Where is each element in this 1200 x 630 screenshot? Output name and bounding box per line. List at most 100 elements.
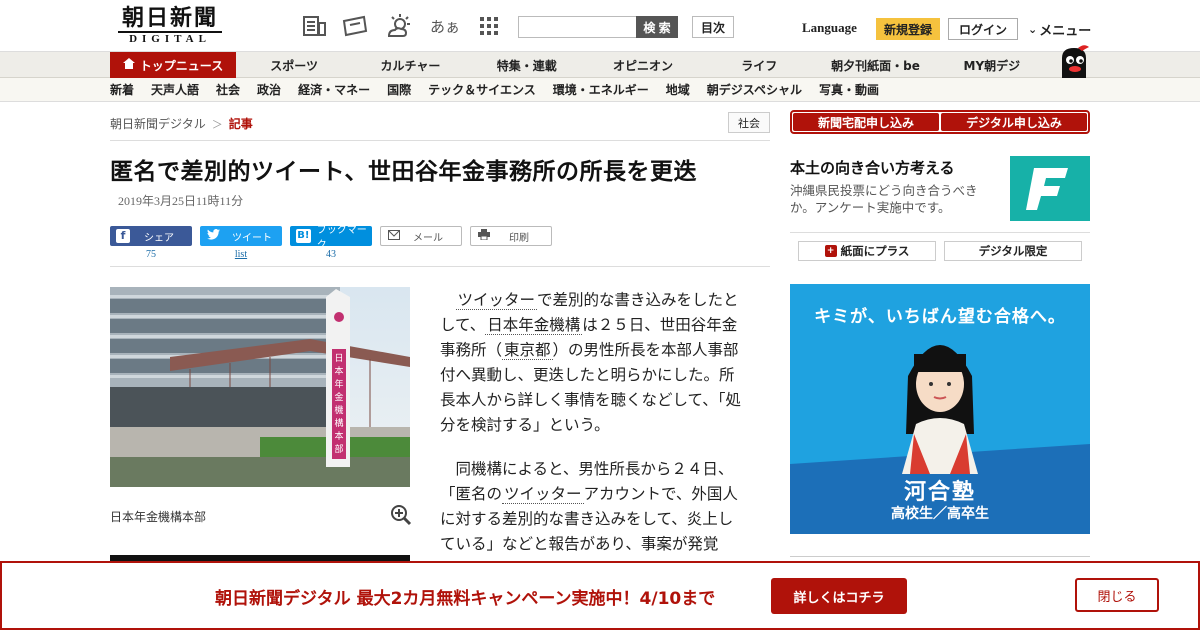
- photo-caption: 日本年金機構本部: [110, 510, 207, 524]
- main-nav-item[interactable]: スポーツ: [236, 52, 352, 78]
- tweet-button[interactable]: ツイート: [200, 226, 282, 246]
- hatena-bookmark-button[interactable]: B! ブックマーク: [290, 225, 372, 251]
- article-paragraph: 同機構によると、男性所長から２４日、「匿名の ツイッター アカウントで、外国人に対す…: [440, 457, 746, 557]
- chevron-down-icon: ⌄: [1028, 23, 1038, 36]
- promo-description: 沖縄県民投票にどう向き合うべきか。アンケート実施中です。: [790, 183, 978, 215]
- sub-nav-item[interactable]: 政治: [257, 78, 281, 102]
- promo-logo-icon[interactable]: [1010, 156, 1090, 221]
- ad-brand: 河合塾: [903, 480, 976, 505]
- print-button[interactable]: 印刷: [470, 226, 552, 246]
- breadcrumb-current: 記事: [228, 117, 253, 131]
- keyword-link[interactable]: ツイッター: [455, 291, 538, 310]
- mascot-icon[interactable]: [1056, 44, 1092, 78]
- main-nav: トップニュース スポーツ カルチャー 特集・連載 オピニオン ライフ 朝夕刊紙面・be MY朝…: [0, 52, 1200, 78]
- sub-nav-item[interactable]: 社会: [216, 78, 240, 102]
- main-nav-items: トップニュース スポーツ カルチャー 特集・連載 オピニオン ライフ 朝夕刊紙面・be MY朝…: [110, 52, 1050, 78]
- main-nav-item[interactable]: カルチャー: [352, 52, 468, 78]
- keyword-link[interactable]: 日本年金機構: [485, 316, 583, 335]
- zoom-in-icon[interactable]: [390, 504, 412, 526]
- main-nav-item[interactable]: 特集・連載: [469, 52, 585, 78]
- twitter-bird-icon: [206, 229, 220, 243]
- campaign-details-button[interactable]: 詳しくはコチラ: [771, 578, 907, 614]
- logo-main-text: 朝日新聞: [121, 5, 218, 31]
- main-nav-item[interactable]: 朝夕刊紙面・be: [817, 52, 933, 78]
- print-label: 印刷: [509, 232, 529, 244]
- home-icon: [122, 58, 135, 72]
- page: 朝日新聞 DIGITAL あぁ 検 索 目次 Language 新規登録 ログイ…: [0, 0, 1200, 630]
- mail-share-button[interactable]: メール: [380, 226, 462, 246]
- sub-nav-items: 新着 天声人語 社会 政治 経済・マネー 国際 テック＆サイエンス 環境・エネルギー 地域 朝デジ…: [110, 78, 879, 102]
- sub-nav-item[interactable]: テック＆サイエンス: [428, 78, 536, 102]
- sub-nav-item[interactable]: 天声人語: [151, 78, 199, 102]
- sub-nav-item[interactable]: 国際: [387, 78, 411, 102]
- main-nav-label: MY朝デジ: [963, 58, 1021, 73]
- main-nav-label: ライフ: [741, 58, 778, 73]
- article-body: ツイッター で差別的な書き込みをしたとして、 日本年金機構 は２５日、世田谷年金事務所…: [440, 288, 746, 576]
- newspaper-delivery-button[interactable]: 新聞宅配申し込み: [793, 113, 939, 131]
- tweet-label: ツイート: [232, 232, 272, 244]
- hatena-bookmark-label: ブックマーク: [316, 225, 367, 251]
- register-button[interactable]: 新規登録: [876, 18, 940, 40]
- campaign-text: 朝日新聞デジタル 最大2カ月無料キャンペーン実施中！4/10まで: [215, 589, 716, 609]
- mail-icon: [387, 229, 401, 243]
- main-nav-item[interactable]: MY朝デジ: [934, 52, 1050, 78]
- main-nav-label: スポーツ: [270, 58, 319, 73]
- subscription-buttons: 新聞宅配申し込み デジタル申し込み: [790, 110, 1090, 134]
- menu-label: メニュー: [1039, 24, 1092, 39]
- keyword-link[interactable]: 東京都: [502, 341, 553, 360]
- search-input[interactable]: [518, 16, 636, 38]
- hatena-bookmark-icon: B!: [296, 229, 311, 243]
- logo-sub-text: DIGITAL: [118, 31, 222, 46]
- main-nav-label: オピニオン: [612, 58, 673, 73]
- ticket-icon[interactable]: [342, 14, 368, 38]
- article-date: 2019年3月25日11時11分: [118, 194, 244, 208]
- main-nav-label: トップニュース: [139, 58, 224, 73]
- close-banner-button[interactable]: 閉じる: [1075, 578, 1159, 612]
- main-nav-item[interactable]: オピニオン: [585, 52, 701, 78]
- sub-nav-item[interactable]: 新着: [110, 78, 134, 102]
- main-nav-item[interactable]: トップニュース: [110, 52, 236, 78]
- category-tag[interactable]: 社会: [728, 112, 770, 133]
- facebook-share-button[interactable]: f シェア: [110, 226, 192, 246]
- menu-button[interactable]: ⌄ メニュー: [1028, 20, 1091, 39]
- paper-plus-icon: +: [824, 245, 837, 257]
- paper-plus-button[interactable]: + 紙面にプラス: [798, 241, 936, 261]
- breadcrumb: 朝日新聞デジタル ＞ 記事: [110, 115, 253, 132]
- article-photo[interactable]: 日本年金機構本部: [110, 287, 410, 487]
- sub-nav: 新着 天声人語 社会 政治 経済・マネー 国際 テック＆サイエンス 環境・エネルギー 地域 朝デジ…: [0, 78, 1200, 102]
- grid-icon[interactable]: [476, 14, 502, 38]
- toc-button[interactable]: 目次: [692, 16, 734, 38]
- advertisement-banner[interactable]: キミが、いちばん望む合格へ。 河合塾 高校生／高卒生: [790, 284, 1090, 534]
- mail-label: メール: [413, 232, 443, 244]
- promo-title[interactable]: 本土の向き合い方考える: [790, 157, 955, 178]
- keyword-link[interactable]: ツイッター: [502, 485, 584, 504]
- sub-nav-item[interactable]: 写真・動画: [819, 78, 879, 102]
- digital-only-button[interactable]: デジタル限定: [944, 241, 1082, 261]
- breadcrumb-home[interactable]: 朝日新聞デジタル: [110, 115, 206, 132]
- twitter-list-link[interactable]: list: [200, 249, 282, 260]
- language-link[interactable]: Language: [802, 20, 857, 36]
- divider: [790, 232, 1090, 233]
- sub-nav-item[interactable]: 環境・エネルギー: [553, 78, 649, 102]
- login-button[interactable]: ログイン: [948, 18, 1018, 40]
- facebook-icon: f: [116, 229, 130, 243]
- search-button[interactable]: 検 索: [636, 16, 678, 38]
- newspaper-icon[interactable]: [302, 14, 328, 38]
- site-header: 朝日新聞 DIGITAL あぁ 検 索 目次 Language 新規登録 ログイ…: [0, 0, 1200, 52]
- weather-icon[interactable]: [386, 14, 412, 38]
- sub-nav-item[interactable]: 朝デジスペシャル: [707, 78, 802, 102]
- divider: [110, 266, 770, 267]
- divider: [110, 140, 770, 141]
- divider: [790, 556, 1090, 557]
- paper-plus-label: 紙面にプラス: [840, 244, 910, 258]
- main-nav-label: 特集・連載: [496, 58, 557, 73]
- font-size-icon[interactable]: あぁ: [430, 14, 460, 38]
- sub-nav-item[interactable]: 経済・マネー: [298, 78, 370, 102]
- article-headline: 匿名で差別的ツイート、世田谷年金事務所の所長を更迭: [110, 159, 698, 185]
- campaign-banner: 朝日新聞デジタル 最大2カ月無料キャンペーン実施中！4/10まで 詳しくはコチラ…: [0, 561, 1200, 630]
- main-nav-item[interactable]: ライフ: [701, 52, 817, 78]
- site-logo[interactable]: 朝日新聞 DIGITAL: [112, 6, 228, 46]
- sub-nav-item[interactable]: 地域: [666, 78, 690, 102]
- main-nav-label: 朝夕刊紙面・be: [831, 58, 920, 73]
- digital-subscribe-button[interactable]: デジタル申し込み: [941, 113, 1087, 131]
